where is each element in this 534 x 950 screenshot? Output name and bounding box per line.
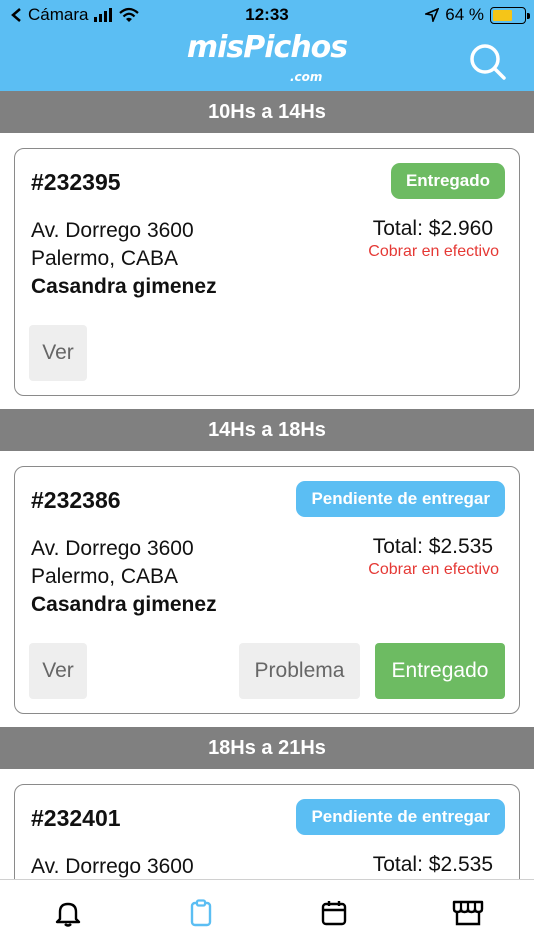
search-icon — [470, 44, 506, 80]
battery-percent: 64 % — [445, 5, 484, 24]
view-button[interactable]: Ver — [29, 325, 87, 381]
tab-store[interactable] — [451, 898, 485, 928]
tab-bar — [0, 879, 534, 950]
status-bar: Cámara 12:33 64 % — [0, 0, 534, 30]
bell-icon — [55, 902, 81, 927]
status-right: 64 % — [425, 5, 530, 25]
order-id: #232395 — [31, 169, 121, 195]
order-total: Total: $2.535 — [372, 535, 493, 558]
customer-name: Casandra gimenez — [31, 593, 217, 616]
address-line-1: Av. Dorrego 3600 — [31, 537, 194, 560]
clipboard-icon — [190, 899, 212, 927]
status-badge: Pendiente de entregar — [296, 799, 505, 835]
app-header: Cámara 12:33 64 % misPichos .com — [0, 0, 534, 91]
time-slot-header: 18Hs a 21Hs — [0, 727, 534, 769]
battery-level — [493, 9, 513, 21]
tab-calendar[interactable] — [319, 898, 349, 928]
order-id: #232386 — [31, 487, 121, 513]
store-icon — [452, 900, 484, 926]
time-slot-header: 14Hs a 18Hs — [0, 409, 534, 451]
problem-button[interactable]: Problema — [239, 643, 360, 699]
calendar-icon — [321, 901, 347, 926]
order-card: #232386 Pendiente de entregar Av. Dorreg… — [14, 466, 520, 714]
customer-name: Casandra gimenez — [31, 275, 217, 298]
battery-icon — [490, 6, 530, 24]
status-badge: Pendiente de entregar — [296, 481, 505, 517]
address-line-2: Palermo, CABA — [31, 247, 179, 270]
order-total: Total: $2.960 — [372, 217, 493, 240]
brand-logo: misPichos .com — [0, 30, 534, 84]
time-slot-header: 10Hs a 14Hs — [0, 91, 534, 133]
logo-text: misPichos — [186, 30, 348, 65]
address-line-2: Palermo, CABA — [31, 565, 179, 588]
payment-note: Cobrar en efectivo — [368, 561, 499, 578]
logo-sub: .com — [290, 70, 323, 84]
view-button[interactable]: Ver — [29, 643, 87, 699]
status-badge: Entregado — [390, 163, 505, 199]
order-id: #232401 — [31, 805, 121, 831]
tab-orders[interactable] — [186, 898, 216, 928]
order-address: Av. Dorrego 3600 — [31, 853, 194, 881]
address-line-1: Av. Dorrego 3600 — [31, 219, 194, 242]
order-card: #232395 Entregado Av. Dorrego 3600 Paler… — [14, 148, 520, 396]
order-address: Av. Dorrego 3600 Palermo, CABA Casandra … — [31, 217, 217, 301]
mark-delivered-button[interactable]: Entregado — [375, 643, 505, 699]
order-total: Total: $2.535 — [372, 853, 493, 876]
tab-notifications[interactable] — [53, 898, 83, 928]
location-icon — [425, 8, 440, 22]
address-line-1: Av. Dorrego 3600 — [31, 855, 194, 878]
order-address: Av. Dorrego 3600 Palermo, CABA Casandra … — [31, 535, 217, 619]
search-button[interactable] — [468, 42, 508, 82]
payment-note: Cobrar en efectivo — [368, 243, 499, 260]
